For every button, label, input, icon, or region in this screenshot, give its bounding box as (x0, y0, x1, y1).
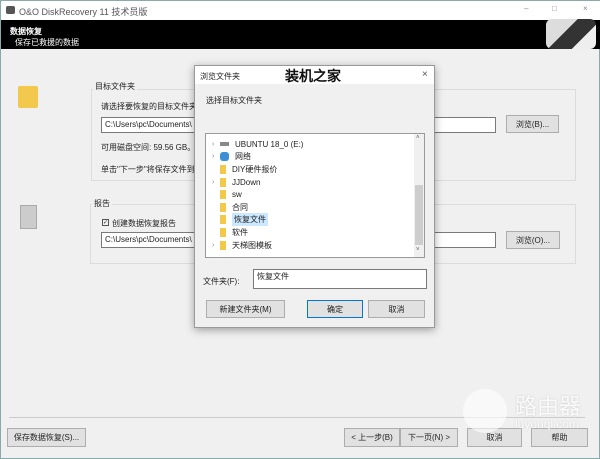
dialog-watermark: 装机之家 (285, 68, 341, 84)
tree-item-label: 网络 (235, 152, 251, 162)
free-space-text: 可用磁盘空间: 59.56 GB。 (101, 143, 196, 152)
folder-tree[interactable]: › UBUNTU 18_0 (E:) › 网络 DIY硬件报价 › JJDown sw 合同 恢复… (205, 133, 425, 258)
expand-chevron-icon[interactable]: › (212, 179, 220, 186)
folder-icon (220, 177, 226, 187)
folder-icon (220, 164, 226, 174)
folder-question-icon (18, 86, 38, 108)
target-group-label: 目标文件夹 (93, 81, 137, 92)
expand-chevron-icon[interactable]: › (212, 153, 220, 160)
scroll-up-icon[interactable]: ˄ (416, 135, 420, 141)
maximize-button[interactable]: □ (552, 4, 557, 13)
tree-scrollbar[interactable]: ˄ ˅ (414, 134, 424, 257)
new-folder-button[interactable]: 新建文件夹(M) (206, 300, 285, 318)
browse-folder-dialog: 浏览文件夹 装机之家 × 选择目标文件夹 › UBUNTU 18_0 (E:) › 网… (194, 65, 435, 328)
scroll-thumb[interactable] (415, 185, 423, 245)
tree-item[interactable]: 合同 (212, 201, 424, 214)
tree-item[interactable]: 软件 (212, 226, 424, 239)
banner-subtitle: 保存已救援的数据 (15, 38, 79, 47)
title-bar: O&O DiskRecovery 11 技术员版 – □ × (1, 1, 600, 20)
save-recovery-button[interactable]: 保存数据恢复(S)... (7, 428, 86, 447)
dialog-instruction: 选择目标文件夹 (206, 96, 262, 105)
next-button[interactable]: 下一页(N) > (400, 428, 458, 447)
dialog-close-button[interactable]: × (422, 69, 428, 80)
tree-item[interactable]: › JJDown (212, 176, 424, 189)
report-icon (20, 205, 37, 229)
folder-field-label: 文件夹(F): (203, 277, 240, 286)
dialog-title-bar: 浏览文件夹 装机之家 × (195, 66, 434, 84)
expand-chevron-icon[interactable]: › (212, 242, 220, 249)
tree-item[interactable]: DIY硬件报价 (212, 163, 424, 176)
dialog-title: 浏览文件夹 (200, 72, 240, 81)
banner-title: 数据恢复 (10, 27, 42, 36)
tree-item[interactable]: › 天梯图模板 (212, 239, 424, 252)
drive-icon (220, 142, 229, 147)
minimize-button[interactable]: – (524, 4, 528, 13)
ok-button[interactable]: 确定 (307, 300, 363, 318)
browse-target-button[interactable]: 浏览(B)... (506, 115, 559, 133)
watermark-url: luyouqi.com (515, 417, 580, 431)
header-banner: 数据恢复 保存已救援的数据 (1, 20, 600, 49)
tree-item-label: DIY硬件报价 (232, 164, 278, 174)
folder-name-input[interactable]: 恢复文件 (253, 269, 427, 289)
tree-item-label: sw (232, 190, 242, 200)
folder-icon (220, 240, 226, 250)
folder-icon (220, 190, 226, 200)
dialog-cancel-button[interactable]: 取消 (368, 300, 425, 318)
tree-item[interactable]: sw (212, 188, 424, 201)
tree-item[interactable]: › 网络 (212, 151, 424, 164)
tree-item-label: 恢复文件 (232, 213, 268, 227)
back-button[interactable]: < 上一步(B) (344, 428, 400, 447)
tree-item-label: UBUNTU 18_0 (E:) (235, 139, 304, 149)
tree-item[interactable]: 恢复文件 (212, 213, 424, 227)
robot-logo-icon (546, 19, 596, 49)
browse-report-button[interactable]: 浏览(O)... (506, 231, 560, 249)
report-group-label: 报告 (92, 198, 112, 209)
tree-item-label: 合同 (232, 202, 248, 212)
router-logo-icon (463, 389, 507, 433)
close-button[interactable]: × (583, 4, 588, 13)
app-icon (6, 6, 15, 14)
window-title: O&O DiskRecovery 11 技术员版 (19, 7, 148, 17)
folder-icon (220, 227, 226, 237)
scroll-down-icon[interactable]: ˅ (416, 247, 420, 253)
target-prompt: 请选择要恢复的目标文件夹 (101, 102, 197, 111)
tree-item[interactable]: › UBUNTU 18_0 (E:) (212, 138, 424, 151)
hint-text: 单击"下一步"将保存文件到 (101, 165, 195, 174)
tree-item-label: 天梯图模板 (232, 240, 272, 250)
tree-item-label: 软件 (232, 227, 248, 237)
expand-chevron-icon[interactable]: › (212, 141, 220, 148)
folder-icon (220, 202, 226, 212)
folder-icon (220, 215, 226, 225)
report-checkbox[interactable]: ✓ (102, 219, 109, 226)
report-checkbox-label: 创建数据恢复报告 (112, 219, 176, 228)
tree-item-label: JJDown (232, 177, 261, 187)
network-icon (220, 152, 229, 162)
